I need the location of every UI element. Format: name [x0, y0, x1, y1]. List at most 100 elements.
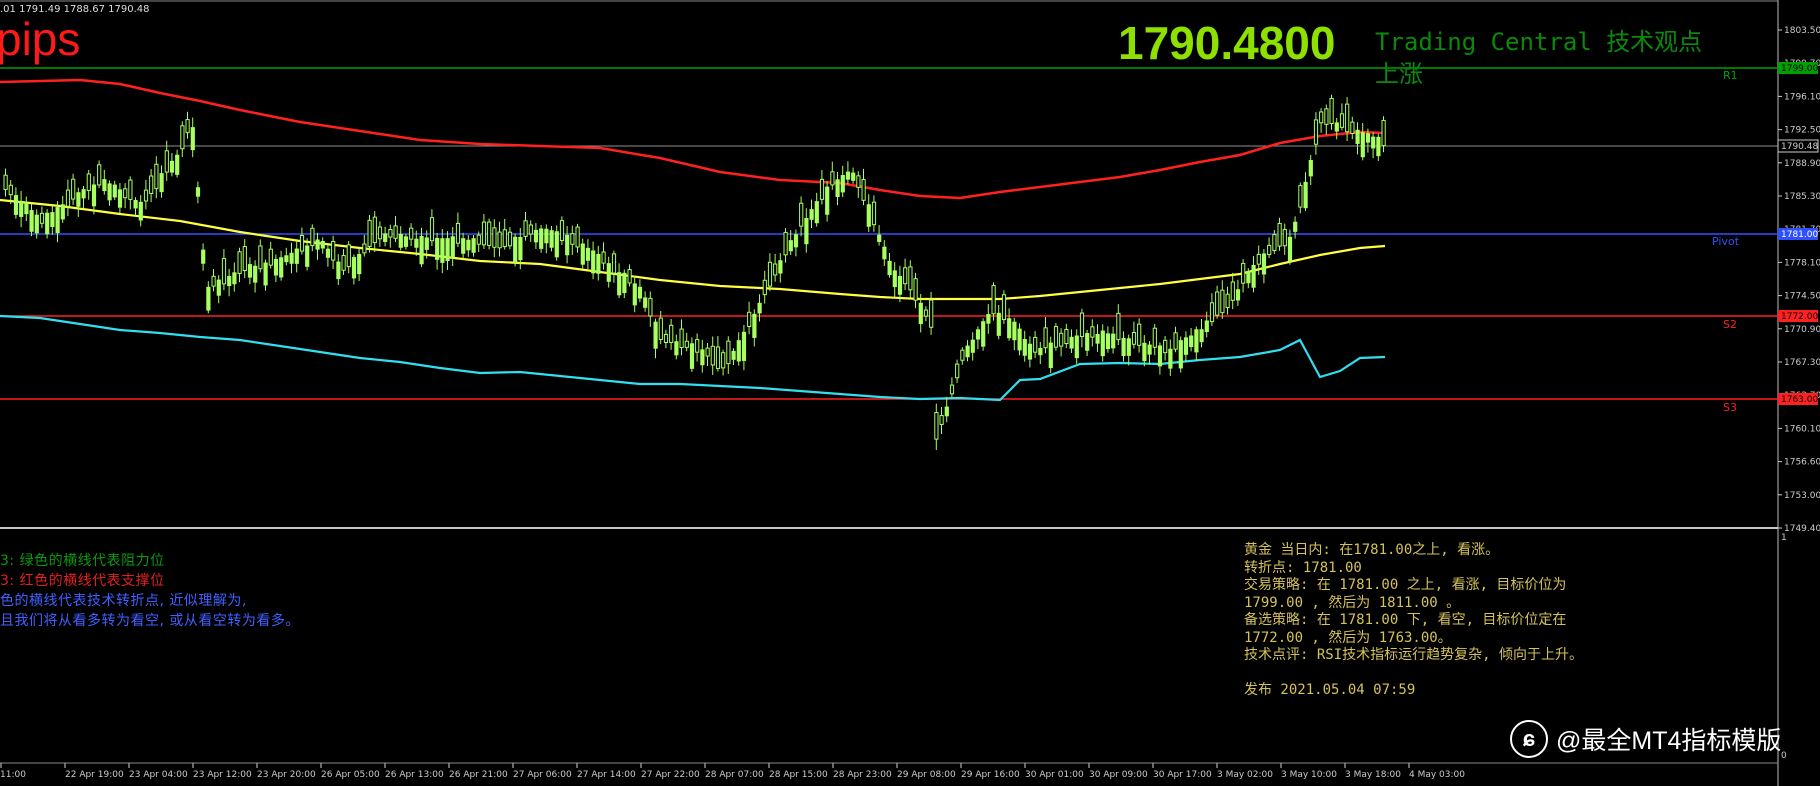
- candle-body: [1350, 121, 1355, 134]
- candle-body: [1033, 336, 1038, 353]
- candle-body: [804, 218, 809, 245]
- candle-body: [871, 201, 877, 226]
- candle-body: [565, 234, 570, 256]
- candle-body: [778, 260, 783, 274]
- candle-body: [315, 239, 320, 250]
- candle-body: [138, 201, 143, 221]
- candle-body: [409, 227, 414, 240]
- legend-resistance: 3: 绿色的横线代表阻力位: [0, 553, 165, 569]
- s2-price-tag: 1772.00: [1781, 312, 1818, 322]
- candle-body: [1313, 119, 1319, 145]
- candle-body: [814, 201, 819, 224]
- candle-body: [123, 188, 128, 199]
- candle-body: [97, 164, 102, 186]
- candle-body: [398, 233, 403, 248]
- price-scale-label: 1753.00: [1784, 491, 1820, 501]
- time-axis-label: 23 Apr 04:00: [129, 770, 188, 780]
- candle-body: [403, 236, 409, 247]
- candle-body: [1365, 133, 1371, 143]
- candle-body: [284, 255, 289, 263]
- candle-body: [1261, 253, 1267, 275]
- candle-body: [1152, 327, 1157, 348]
- candle-body: [466, 239, 471, 251]
- candle-body: [268, 248, 273, 266]
- candle-body: [1022, 339, 1027, 356]
- time-axis-label: 26 Apr 21:00: [449, 770, 508, 780]
- candle-body: [949, 384, 955, 395]
- candle-body: [211, 275, 216, 287]
- candle-body: [1360, 132, 1365, 158]
- candle-body: [570, 233, 575, 245]
- candle-body: [622, 272, 627, 294]
- candle-body: [767, 261, 773, 287]
- candle-body: [856, 175, 861, 188]
- candle-body: [487, 221, 492, 246]
- candle-body: [169, 160, 175, 173]
- analysis-publish-date: 发布 2021.05.04 07:59: [1244, 682, 1416, 698]
- price-scale[interactable]: 1803.501799.701796.101792.501788.901785.…: [1778, 26, 1820, 534]
- time-axis-label: 4 May 03:00: [1409, 770, 1465, 780]
- candle-body: [1105, 333, 1111, 350]
- candle-body: [107, 183, 112, 201]
- candle-body: [877, 234, 882, 242]
- candle-body: [648, 297, 653, 317]
- candle-body: [518, 236, 523, 261]
- price-scale-label: 1774.50: [1784, 292, 1820, 302]
- candle-body: [471, 238, 476, 253]
- candle-body: [591, 250, 596, 274]
- candle-body: [669, 324, 674, 343]
- candle-body: [50, 212, 55, 228]
- candle-body: [221, 258, 227, 285]
- candle-body: [1371, 136, 1376, 149]
- candle-body: [611, 253, 617, 274]
- candle-body: [1235, 289, 1241, 301]
- candle-body: [1059, 332, 1064, 347]
- candle-body: [1116, 312, 1121, 341]
- candle-body: [1298, 185, 1303, 208]
- time-axis-label: 30 Apr 17:00: [1153, 770, 1212, 780]
- candle-body: [955, 363, 960, 379]
- candle-body: [13, 195, 19, 215]
- candle-body: [81, 189, 86, 199]
- candle-body: [1241, 263, 1246, 284]
- candle-body: [840, 175, 845, 193]
- candle-body: [513, 236, 518, 263]
- candle-body: [341, 255, 346, 271]
- candle-body: [227, 276, 232, 287]
- candle-body: [788, 240, 793, 252]
- trading-central-title: Trading Central 技术观点: [1375, 28, 1703, 56]
- candle-body: [1267, 244, 1272, 256]
- candle-body: [1069, 336, 1074, 349]
- s2-label: S2: [1723, 318, 1737, 331]
- analysis-line-6: 1772.00 , 然后为 1763.00。: [1244, 629, 1452, 646]
- candle-body: [1048, 342, 1053, 369]
- candle-body: [809, 209, 814, 220]
- candle-body: [674, 341, 679, 356]
- candle-body: [336, 261, 341, 280]
- candle-body: [960, 349, 965, 361]
- candle-body: [523, 220, 528, 237]
- analysis-line-2: 转折点: 1781.00: [1244, 559, 1362, 576]
- candle-body: [263, 262, 268, 286]
- candle-body: [185, 119, 190, 134]
- analysis-line-4: 1799.00 , 然后为 1811.00 。: [1244, 594, 1461, 611]
- candle-body: [1121, 338, 1126, 357]
- candle-body: [19, 200, 24, 217]
- candle-body: [627, 269, 632, 284]
- candle-body: [8, 184, 13, 196]
- candle-body: [253, 265, 258, 283]
- candle-body: [357, 253, 362, 275]
- price-scale-label: 1767.30: [1784, 358, 1820, 368]
- candle-body: [279, 257, 284, 278]
- candle-body: [585, 247, 591, 261]
- candle-body: [377, 226, 383, 240]
- candle-body: [1277, 222, 1282, 247]
- candle-body: [247, 264, 253, 278]
- candle-body: [575, 226, 580, 248]
- candle-body: [383, 233, 388, 242]
- mt4-chart-window[interactable]: 1803.501799.701796.101792.501788.901785.…: [0, 0, 1820, 786]
- candle-body: [1293, 221, 1298, 232]
- candle-body: [76, 192, 81, 207]
- price-scale-label: 1770.90: [1784, 325, 1820, 335]
- candle-body: [1339, 113, 1345, 128]
